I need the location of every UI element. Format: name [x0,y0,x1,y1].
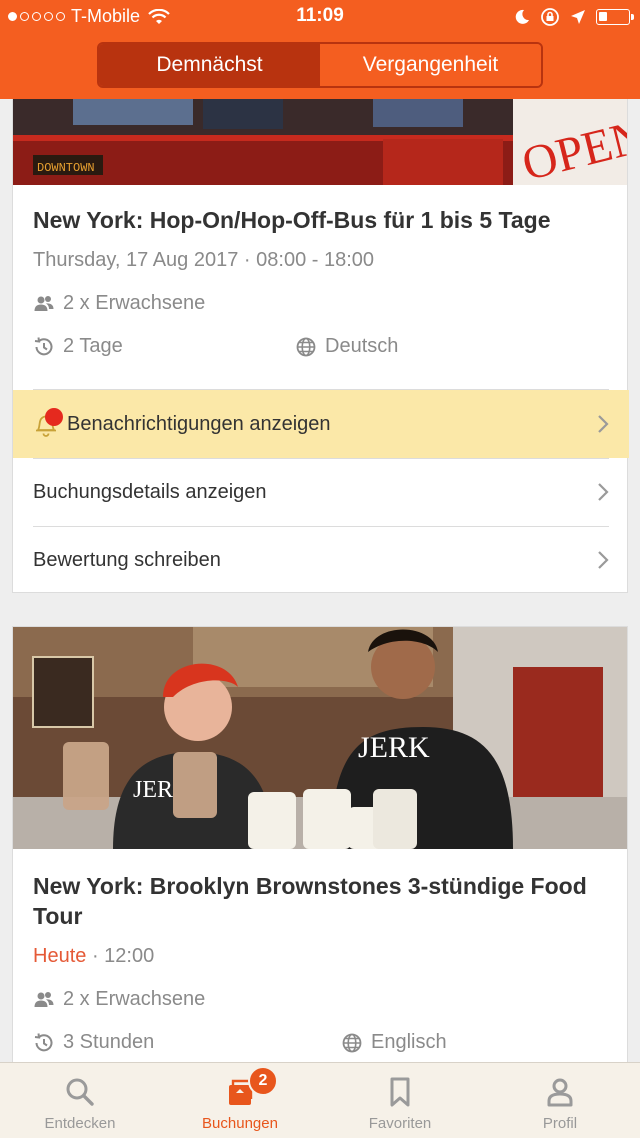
participants: 2 x Erwachsene [63,988,206,1010]
status-bar: T-Mobile 11:09 [0,0,640,34]
participants-row: 2 x Erwachsene [13,988,627,1011]
battery-icon [596,9,634,25]
status-right [514,7,634,27]
globe-icon [296,337,316,356]
booking-date: Thursday, 17 Aug 2017 [33,249,239,271]
booking-date-time: Thursday, 17 Aug 2017 · 08:00 - 18:00 [13,249,627,272]
bottom-tab-bar: Entdecken Buchungen Favoriten Profil [0,1062,640,1138]
date-time-separator: · [243,249,251,271]
tab-bookings[interactable]: Buchungen [160,1063,320,1138]
duration-language-row: 3 Stunden Englisch [13,1031,627,1054]
booking-filter-segmented-control: Demnächst Vergangenheit [97,42,543,88]
app-header: T-Mobile 11:09 Demnächst Vergangenheit [0,0,640,99]
clock-history-icon [34,336,53,355]
tab-bookings-label: Buchungen [202,1115,278,1132]
booking-card[interactable]: OPEN DOWNTOWN New York: Hop-On/Hop-Off-B… [12,99,629,594]
tab-profile-label: Profil [542,1115,578,1132]
booking-time: 08:00 - 18:00 [256,249,375,271]
svg-text:DOWNTOWN: DOWNTOWN [37,161,95,175]
segment-past[interactable]: Vergangenheit [320,44,541,86]
notification-bell-icon [33,408,63,438]
booking-date-time: Heute · 12:00 [13,945,627,968]
tab-profile[interactable]: Profil [480,1063,640,1138]
booking-title[interactable]: New York: Brooklyn Brownstones 3-stündig… [13,871,627,931]
tab-discover-label: Entdecken [44,1115,116,1132]
globe-icon [342,1033,362,1052]
tab-favorites[interactable]: Favoriten [320,1063,480,1138]
bookmark-icon [390,1077,410,1107]
duration: 2 Tage [63,335,123,357]
language: Deutsch [325,335,399,357]
clock-history-icon [34,1032,53,1051]
duration-language-row: 2 Tage Deutsch [13,335,627,358]
booking-title[interactable]: New York: Hop-On/Hop-Off-Bus für 1 bis 5… [13,205,627,235]
participants-row: 2 x Erwachsene [13,292,627,315]
svg-text:JER: JER [133,777,173,803]
chevron-right-icon [598,551,609,569]
bus-tour-photo: OPEN DOWNTOWN [13,99,627,185]
write-review-label: Bewertung schreiben [33,548,221,571]
people-icon [34,295,54,311]
food-tour-photo: JERK JER [13,627,627,849]
chevron-right-icon [598,483,609,501]
people-icon [34,991,54,1007]
booking-details-label: Buchungsdetails anzeigen [33,480,267,503]
show-notifications-label: Benachrichtigungen anzeigen [67,412,331,435]
booking-date: Heute [33,945,87,967]
svg-text:JERK: JERK [358,731,430,764]
notification-dot [45,408,63,426]
date-time-separator: · [91,945,99,967]
moon-icon [515,9,529,24]
write-review-row[interactable]: Bewertung schreiben [13,526,629,594]
user-icon [547,1078,573,1107]
chevron-right-icon [598,415,609,433]
location-arrow-icon [571,10,585,24]
participants: 2 x Erwachsene [63,292,206,314]
tab-discover[interactable]: Entdecken [0,1063,160,1138]
show-notifications-row[interactable]: Benachrichtigungen anzeigen [13,390,629,458]
bookings-badge: 2 [248,1066,278,1096]
bookings-list[interactable]: OPEN DOWNTOWN New York: Hop-On/Hop-Off-B… [0,99,640,1062]
search-icon [66,1078,94,1106]
booking-details-row[interactable]: Buchungsdetails anzeigen [13,458,629,526]
segment-upcoming[interactable]: Demnächst [99,44,320,86]
language: Englisch [371,1031,447,1053]
duration: 3 Stunden [63,1031,155,1053]
tab-favorites-label: Favoriten [368,1115,432,1132]
booking-card[interactable]: JERK JER New York: Brooklyn Brownstones … [12,626,628,1062]
rotation-lock-icon [541,8,559,26]
booking-time: 12:00 [104,945,155,967]
